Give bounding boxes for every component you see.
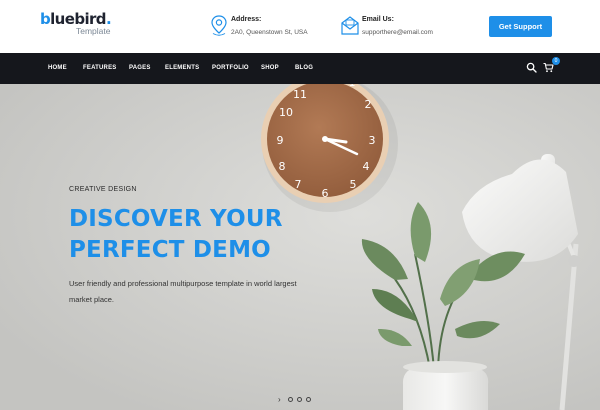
svg-text:1: 1 bbox=[349, 84, 356, 89]
nav-item-pages[interactable]: PAGES bbox=[129, 65, 151, 71]
svg-text:10: 10 bbox=[279, 106, 293, 119]
cart-count-badge: 0 bbox=[552, 57, 560, 65]
hero-title-line-1: DISCOVER YOUR bbox=[69, 206, 283, 232]
nav-item-home[interactable]: HOME bbox=[48, 65, 67, 71]
hero-slider: 12 1 2 3 4 5 6 7 8 9 10 11 bbox=[0, 84, 600, 410]
nav-item-shop[interactable]: SHOP bbox=[261, 65, 279, 71]
address-label: Address: bbox=[231, 16, 262, 23]
nav-item-portfolio[interactable]: PORTFOLIO bbox=[212, 65, 249, 71]
nav-item-elements[interactable]: ELEMENTS bbox=[165, 65, 199, 71]
email-value[interactable]: supporthere@email.com bbox=[362, 29, 433, 36]
top-header: bluebird. Template Address: 2A0, Queenst… bbox=[0, 0, 600, 53]
hero-title-line-2: PERFECT DEMO bbox=[69, 237, 271, 263]
logo[interactable]: bluebird. Template bbox=[40, 10, 112, 36]
slider-dot-1[interactable] bbox=[288, 397, 293, 402]
nav-item-features[interactable]: FEATURES bbox=[83, 65, 117, 71]
svg-text:4: 4 bbox=[363, 160, 370, 173]
hero-title: DISCOVER YOUR PERFECT DEMO bbox=[69, 204, 349, 266]
email-label: Email Us: bbox=[362, 16, 394, 23]
slider-next-arrow-icon[interactable]: › bbox=[278, 396, 281, 404]
hero-eyebrow: CREATIVE DESIGN bbox=[69, 186, 137, 193]
svg-text:6: 6 bbox=[322, 187, 329, 200]
address-value: 2A0, Queenstown St, USA bbox=[231, 29, 308, 36]
slider-dot-2[interactable] bbox=[297, 397, 302, 402]
svg-text:3: 3 bbox=[369, 134, 376, 147]
svg-text:8: 8 bbox=[279, 160, 286, 173]
logo-tagline: Template bbox=[76, 26, 111, 36]
envelope-icon bbox=[341, 16, 359, 35]
hero-description: User friendly and professional multipurp… bbox=[69, 279, 297, 304]
get-support-button[interactable]: Get Support bbox=[489, 16, 552, 37]
slider-dot-3[interactable] bbox=[306, 397, 311, 402]
svg-text:5: 5 bbox=[350, 178, 357, 191]
svg-text:11: 11 bbox=[293, 88, 307, 101]
map-pin-icon bbox=[211, 15, 227, 36]
logo-wordmark: bluebird. bbox=[40, 10, 112, 28]
svg-text:2: 2 bbox=[365, 98, 372, 111]
svg-text:7: 7 bbox=[295, 178, 302, 191]
svg-text:9: 9 bbox=[277, 134, 284, 147]
search-icon[interactable] bbox=[526, 62, 537, 73]
nav-item-blog[interactable]: BLOG bbox=[295, 65, 313, 71]
main-nav: HOME FEATURES PAGES ELEMENTS PORTFOLIO S… bbox=[0, 53, 600, 84]
